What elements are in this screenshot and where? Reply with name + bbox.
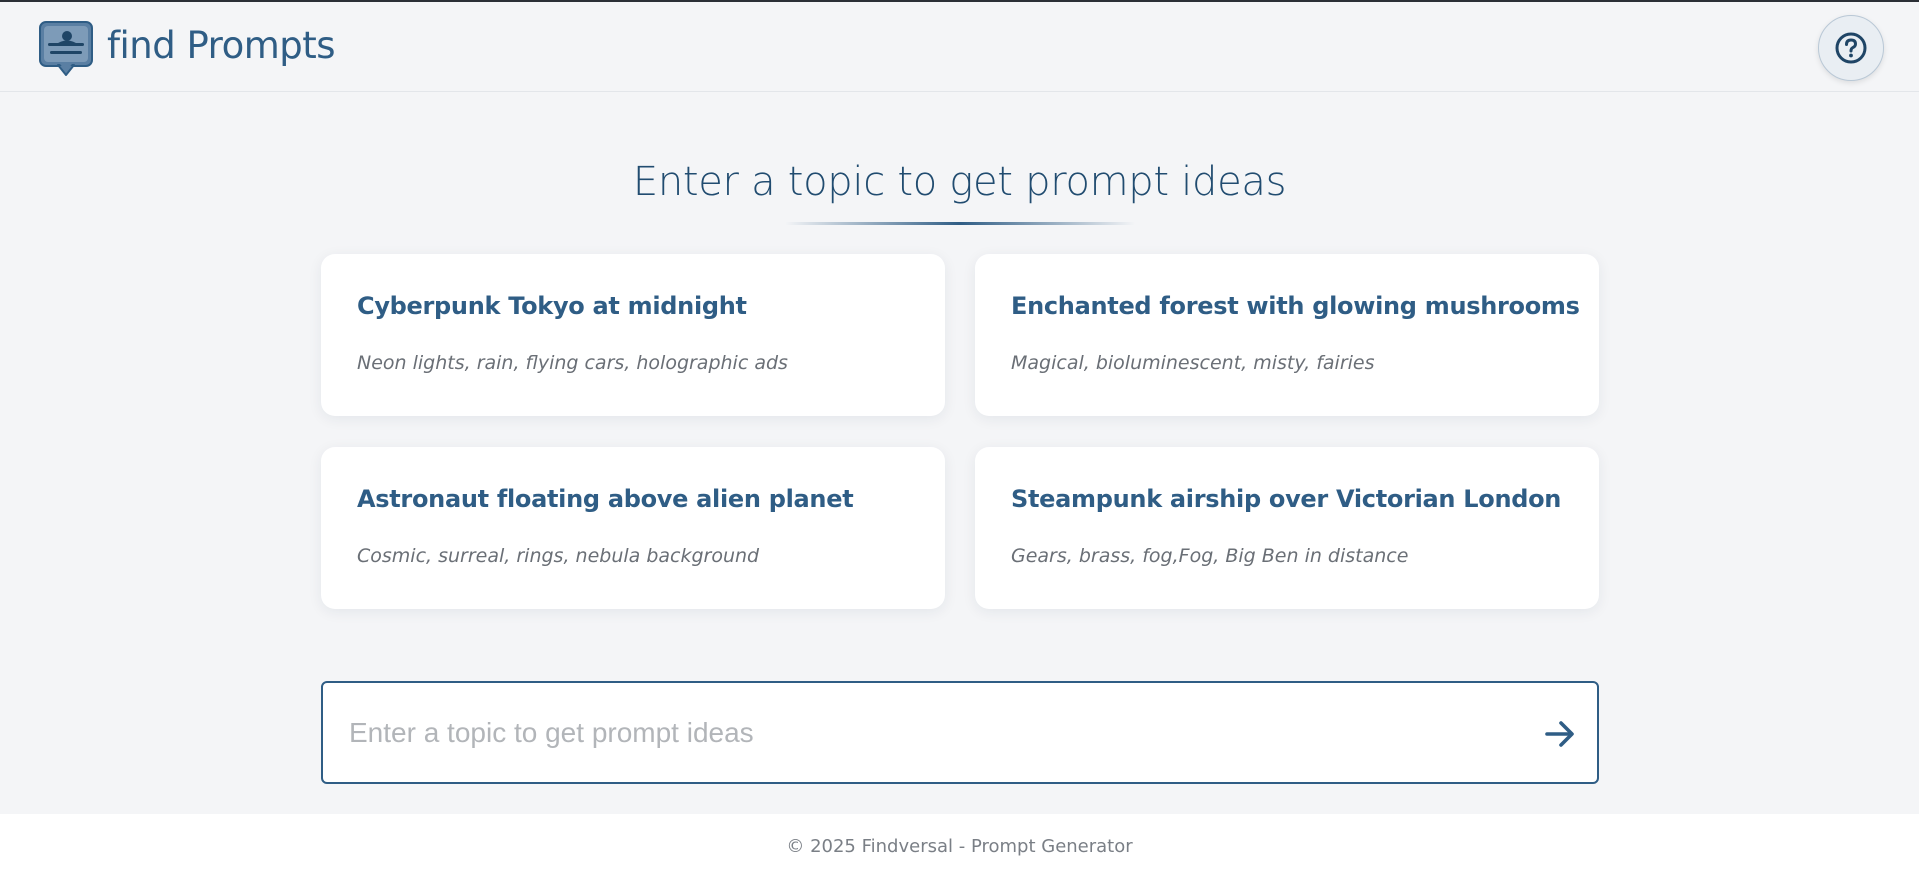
copyright-text: © 2025 Findversal - Prompt Generator bbox=[786, 836, 1133, 857]
submit-button[interactable] bbox=[1533, 707, 1587, 761]
suggestion-card-title: Steampunk airship over Victorian London bbox=[1011, 485, 1562, 513]
suggestion-card-description: Gears, brass, fog,Fog, Big Ben in distan… bbox=[1011, 545, 1409, 567]
suggestion-card-description: Magical, bioluminescent, misty, fairies bbox=[1011, 352, 1375, 374]
app-container: find Prompts Enter a topic to get prompt… bbox=[0, 2, 1919, 814]
suggestion-card[interactable]: Cyberpunk Tokyo at midnight Neon lights,… bbox=[321, 254, 945, 416]
topic-input[interactable] bbox=[349, 705, 1499, 761]
topic-search-box bbox=[321, 681, 1599, 784]
header: find Prompts bbox=[0, 2, 1919, 92]
question-circle-icon bbox=[1835, 32, 1867, 64]
suggestion-card[interactable]: Enchanted forest with glowing mushrooms … bbox=[975, 254, 1599, 416]
chat-bubble-person-icon[interactable] bbox=[38, 20, 94, 76]
suggestion-card[interactable]: Astronaut floating above alien planet Co… bbox=[321, 447, 945, 609]
suggestion-card[interactable]: Steampunk airship over Victorian London … bbox=[975, 447, 1599, 609]
footer: © 2025 Findversal - Prompt Generator bbox=[0, 814, 1919, 878]
brand-name[interactable]: find Prompts bbox=[107, 22, 336, 70]
suggestion-card-title: Enchanted forest with glowing mushrooms bbox=[1011, 292, 1580, 320]
suggestion-card-description: Neon lights, rain, flying cars, holograp… bbox=[357, 352, 788, 374]
help-button[interactable] bbox=[1818, 15, 1884, 81]
title-underline bbox=[785, 222, 1135, 225]
suggestion-card-description: Cosmic, surreal, rings, nebula backgroun… bbox=[357, 545, 760, 567]
suggestion-card-title: Astronaut floating above alien planet bbox=[357, 485, 854, 513]
arrow-right-icon bbox=[1545, 721, 1574, 747]
suggestion-card-title: Cyberpunk Tokyo at midnight bbox=[357, 292, 747, 320]
page-title: Enter a topic to get prompt ideas bbox=[632, 159, 1287, 205]
